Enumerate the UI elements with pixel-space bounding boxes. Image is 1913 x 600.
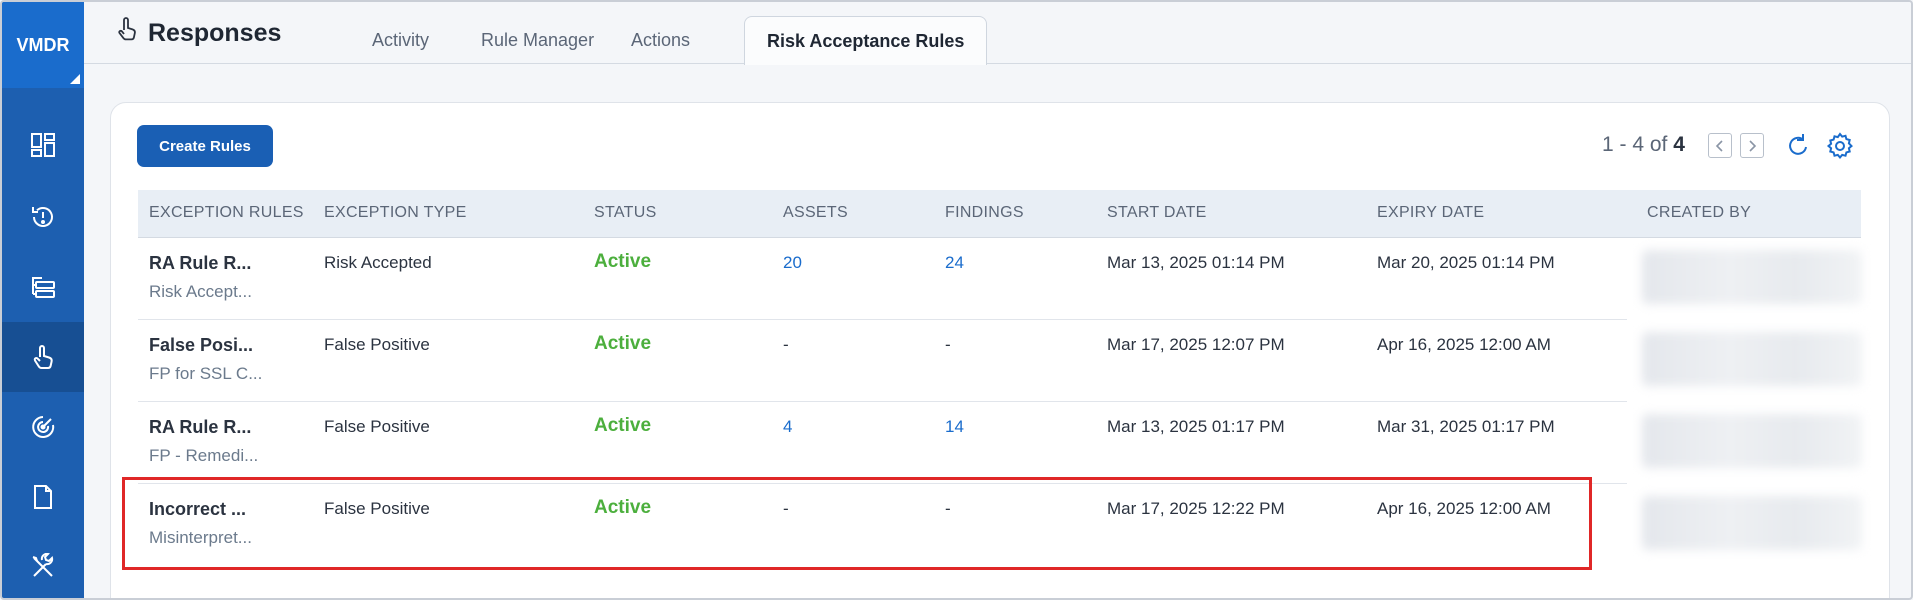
sidebar-item-prioritization[interactable] bbox=[2, 252, 84, 322]
chevron-right-icon bbox=[1749, 139, 1757, 152]
created-by-redacted bbox=[1642, 414, 1862, 468]
radar-scan-icon bbox=[32, 416, 55, 438]
table-row[interactable]: RA Rule R... Risk Accept... Risk Accepte… bbox=[138, 238, 1627, 320]
app-window: VMDR Responses Activity Rule Manager Act… bbox=[0, 0, 1913, 600]
status-badge: Active bbox=[594, 415, 652, 436]
findings-count: - bbox=[945, 335, 951, 354]
created-by-redacted bbox=[1642, 250, 1862, 304]
sidebar-item-history[interactable] bbox=[2, 182, 84, 252]
page-header: Responses Activity Rule Manager Actions … bbox=[84, 2, 1911, 65]
start-date: Mar 13, 2025 01:17 PM bbox=[1107, 417, 1285, 436]
status-badge: Active bbox=[594, 333, 652, 354]
tab-label: Actions bbox=[631, 30, 691, 50]
exception-type: False Positive bbox=[324, 335, 430, 354]
rule-name-link[interactable]: RA Rule R... bbox=[149, 253, 251, 274]
expiry-date: Mar 20, 2025 01:14 PM bbox=[1377, 253, 1555, 272]
sidebar: VMDR bbox=[2, 2, 84, 598]
assets-count-link[interactable]: 20 bbox=[783, 253, 802, 273]
tab-activity[interactable]: Activity bbox=[350, 20, 451, 64]
rule-name-link[interactable]: False Posi... bbox=[149, 335, 253, 356]
app-switcher[interactable]: VMDR bbox=[2, 2, 84, 88]
created-by-redacted bbox=[1642, 496, 1862, 550]
expiry-date: Mar 31, 2025 01:17 PM bbox=[1377, 417, 1555, 436]
create-rules-button[interactable]: Create Rules bbox=[137, 125, 273, 167]
prioritization-list-icon bbox=[32, 277, 55, 298]
sidebar-item-scan[interactable] bbox=[2, 392, 84, 462]
column-header[interactable]: EXPIRY DATE bbox=[1377, 204, 1484, 222]
column-header[interactable]: START DATE bbox=[1107, 204, 1207, 222]
column-header[interactable]: STATUS bbox=[594, 204, 657, 222]
created-by-redacted bbox=[1642, 332, 1862, 386]
assets-count-link[interactable]: 4 bbox=[783, 417, 792, 437]
pagination-summary: 1 - 4 of 4 bbox=[1602, 133, 1685, 157]
table-row[interactable]: False Posi... FP for SSL C... False Posi… bbox=[138, 320, 1627, 402]
tab-label: Rule Manager bbox=[481, 30, 595, 50]
tools-icon bbox=[32, 553, 54, 577]
column-header[interactable]: EXCEPTION TYPE bbox=[324, 204, 467, 222]
sidebar-item-reports[interactable] bbox=[2, 462, 84, 532]
alert-history-icon bbox=[32, 207, 53, 227]
row-highlight-box bbox=[122, 477, 1592, 570]
rule-description: Risk Accept... bbox=[149, 282, 252, 301]
exception-type: False Positive bbox=[324, 417, 430, 436]
tab-label: Activity bbox=[372, 30, 430, 50]
column-header[interactable]: EXCEPTION RULES bbox=[149, 204, 304, 222]
dashboard-icon bbox=[31, 133, 55, 157]
sidebar-item-tools[interactable] bbox=[2, 532, 84, 598]
table-row[interactable]: RA Rule R... FP - Remedi... False Positi… bbox=[138, 402, 1627, 484]
refresh-icon[interactable] bbox=[1782, 130, 1814, 162]
findings-count-link[interactable]: 14 bbox=[945, 417, 964, 437]
rule-description: FP - Remedi... bbox=[149, 446, 259, 465]
tab-label: Risk Acceptance Rules bbox=[767, 31, 965, 51]
pager-total: 4 bbox=[1673, 133, 1685, 156]
table-header: EXCEPTION RULES EXCEPTION TYPE STATUS AS… bbox=[138, 190, 1861, 238]
start-date: Mar 13, 2025 01:14 PM bbox=[1107, 253, 1285, 272]
column-header[interactable]: ASSETS bbox=[783, 204, 848, 222]
hand-pointer-icon bbox=[118, 17, 136, 41]
assets-count: - bbox=[783, 335, 789, 354]
start-date: Mar 17, 2025 12:07 PM bbox=[1107, 335, 1285, 354]
column-header[interactable]: FINDINGS bbox=[945, 204, 1024, 222]
exception-type: Risk Accepted bbox=[324, 253, 432, 272]
tab-actions[interactable]: Actions bbox=[609, 20, 712, 64]
gear-icon[interactable] bbox=[1824, 130, 1856, 162]
findings-count-link[interactable]: 24 bbox=[945, 253, 964, 273]
rule-name-link[interactable]: RA Rule R... bbox=[149, 417, 251, 438]
hand-pointer-icon bbox=[33, 345, 53, 369]
rule-description: FP for SSL C... bbox=[149, 364, 263, 383]
tab-risk-acceptance-rules[interactable]: Risk Acceptance Rules bbox=[744, 16, 988, 65]
sidebar-item-dashboard[interactable] bbox=[2, 110, 84, 180]
pager-range: 1 - 4 of bbox=[1602, 133, 1674, 156]
page-title: Responses bbox=[148, 19, 282, 47]
brand-label: VMDR bbox=[16, 34, 70, 55]
next-page-button[interactable] bbox=[1740, 133, 1764, 158]
tab-rule-manager[interactable]: Rule Manager bbox=[459, 20, 616, 64]
prev-page-button[interactable] bbox=[1708, 133, 1732, 158]
status-badge: Active bbox=[594, 251, 652, 272]
sidebar-item-responses[interactable] bbox=[2, 322, 84, 392]
document-icon bbox=[34, 485, 52, 509]
chevron-left-icon bbox=[1715, 139, 1723, 152]
column-header[interactable]: CREATED BY bbox=[1647, 204, 1751, 222]
expiry-date: Apr 16, 2025 12:00 AM bbox=[1377, 335, 1551, 354]
